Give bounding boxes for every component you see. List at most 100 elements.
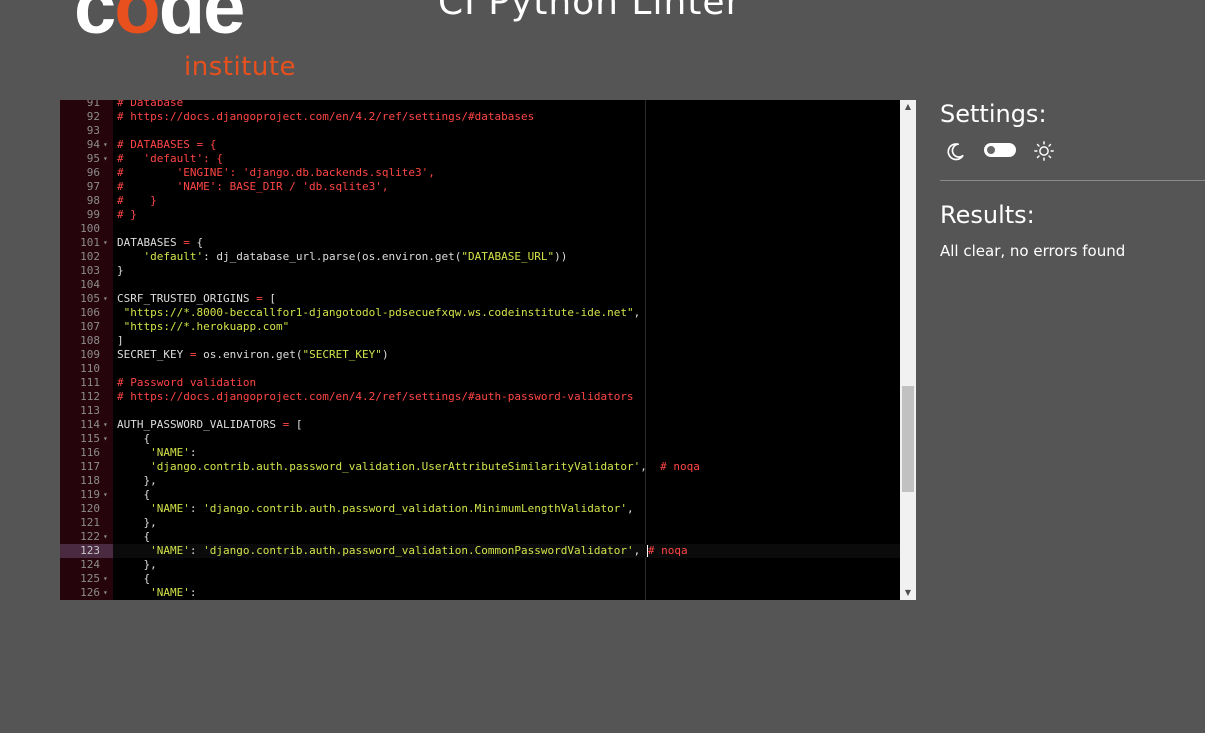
sun-icon[interactable] (1033, 140, 1055, 162)
code-line[interactable]: 96 # 'ENGINE': 'django.db.backends.sqlite… (60, 166, 900, 180)
fold-arrow-icon[interactable]: ▾ (103, 418, 111, 432)
code-text[interactable]: SECRET_KEY = os.environ.get("SECRET_KEY"… (117, 348, 389, 362)
code-line-active[interactable]: 123 'NAME': 'django.contrib.auth.passwor… (60, 544, 900, 558)
scroll-down-arrow-icon[interactable]: ▼ (900, 586, 916, 600)
code-line[interactable]: 112 # https://docs.djangoproject.com/en/4… (60, 390, 900, 404)
scroll-up-arrow-icon[interactable]: ▲ (900, 100, 916, 114)
code-text[interactable]: 'NAME': (117, 446, 196, 460)
fold-arrow-icon[interactable]: ▾ (103, 152, 111, 166)
code-line[interactable]: 120 'NAME': 'django.contrib.auth.passwor… (60, 502, 900, 516)
code-text[interactable]: 'default': dj_database_url.parse(os.envi… (117, 250, 568, 264)
code-line[interactable]: 100 (60, 222, 900, 236)
code-line[interactable]: 118 }, (60, 474, 900, 488)
code-line[interactable]: 91 # Database (60, 100, 900, 110)
code-line[interactable]: 115 ▾ { (60, 432, 900, 446)
code-comment: # Database (117, 100, 184, 109)
code-text[interactable]: # https://docs.djangoproject.com/en/4.2/… (117, 390, 634, 404)
code-text[interactable]: 'django.contrib.auth.password_validation… (117, 460, 700, 474)
fold-arrow-icon[interactable]: ▾ (103, 432, 111, 446)
theme-toggle-switch[interactable] (984, 143, 1016, 157)
line-number: 126 (80, 586, 100, 599)
code-text[interactable]: AUTH_PASSWORD_VALIDATORS = [ (117, 418, 302, 432)
code-text[interactable]: "https://*.8000-beccallfor1-djangotodol-… (117, 306, 641, 320)
fold-arrow-icon[interactable]: ▾ (103, 138, 111, 152)
code-text[interactable]: CSRF_TRUSTED_ORIGINS = [ (117, 292, 276, 306)
code-text[interactable]: { (117, 572, 150, 586)
code-editor[interactable]: 91 # Database 92 # https://docs.djangoproje… (60, 100, 916, 600)
code-text[interactable]: }, (117, 558, 156, 572)
code-line[interactable]: 104 (60, 278, 900, 292)
code-text[interactable]: # Database (117, 100, 183, 110)
code-line[interactable]: 94 ▾ # DATABASES = { (60, 138, 900, 152)
code-operator: = (183, 236, 190, 249)
code-line[interactable]: 98 # } (60, 194, 900, 208)
fold-arrow-icon[interactable]: ▾ (103, 292, 111, 306)
code-text[interactable]: # } (117, 194, 157, 208)
code-text[interactable]: "https://*.herokuapp.com" (117, 320, 290, 334)
code-line[interactable]: 124 }, (60, 558, 900, 572)
code-text[interactable]: { (117, 432, 150, 446)
code-line[interactable]: 97 # 'NAME': BASE_DIR / 'db.sqlite3', (60, 180, 900, 194)
code-line[interactable]: 119 ▾ { (60, 488, 900, 502)
code-line[interactable]: 93 (60, 124, 900, 138)
code-line[interactable]: 95 ▾ # 'default': { (60, 152, 900, 166)
line-number: 106 (80, 306, 100, 319)
scrollbar-thumb[interactable] (902, 386, 914, 492)
code-token: { (117, 530, 151, 543)
code-text[interactable]: # 'NAME': BASE_DIR / 'db.sqlite3', (117, 180, 389, 194)
code-text[interactable]: 'NAME': 'django.contrib.auth.password_va… (117, 502, 633, 516)
code-text[interactable]: { (117, 530, 150, 544)
editor-lines[interactable]: 91 # Database 92 # https://docs.djangoproje… (60, 100, 900, 600)
code-text[interactable]: } (117, 264, 124, 278)
code-line[interactable]: 110 (60, 362, 900, 376)
code-text[interactable]: # Password validation (117, 376, 256, 390)
code-line[interactable]: 114 ▾ AUTH_PASSWORD_VALIDATORS = [ (60, 418, 900, 432)
code-text[interactable]: }, (117, 516, 156, 530)
code-line[interactable]: 109 SECRET_KEY = os.environ.get("SECRET_K… (60, 348, 900, 362)
code-text[interactable]: # 'default': { (117, 152, 223, 166)
line-number: 96 (86, 166, 100, 179)
code-text[interactable]: 'NAME': (117, 586, 196, 600)
code-line[interactable]: 113 (60, 404, 900, 418)
code-line[interactable]: 116 'NAME': (60, 446, 900, 460)
code-text[interactable]: ] (117, 334, 124, 348)
code-line[interactable]: 99 # } (60, 208, 900, 222)
code-line[interactable]: 122 ▾ { (60, 530, 900, 544)
code-text[interactable]: # } (117, 208, 137, 222)
code-line[interactable]: 103} (60, 264, 900, 278)
code-comment: # } (117, 194, 157, 207)
fold-arrow-icon[interactable]: ▾ (103, 488, 111, 502)
code-line[interactable]: 107 "https://*.herokuapp.com" (60, 320, 900, 334)
code-line[interactable]: 101 ▾ DATABASES = { (60, 236, 900, 250)
line-number: 110 (80, 362, 100, 375)
code-line[interactable]: 125 ▾ { (60, 572, 900, 586)
line-number: 121 (80, 516, 100, 529)
fold-arrow-icon[interactable]: ▾ (103, 530, 111, 544)
code-line[interactable]: 117 'django.contrib.auth.password_valida… (60, 460, 900, 474)
code-line[interactable]: 126 ▾ 'NAME': (60, 586, 900, 600)
code-text[interactable]: { (117, 488, 150, 502)
fold-arrow-icon[interactable]: ▾ (103, 572, 111, 586)
code-text[interactable]: # 'ENGINE': 'django.db.backends.sqlite3'… (117, 166, 435, 180)
code-text[interactable]: DATABASES = { (117, 236, 203, 250)
editor-scrollbar[interactable]: ▲ ▼ (900, 100, 916, 600)
fold-arrow-icon[interactable]: ▾ (103, 236, 111, 250)
code-text[interactable]: # DATABASES = { (117, 138, 216, 152)
code-line[interactable]: 92 # https://docs.djangoproject.com/en/4.… (60, 110, 900, 124)
code-line[interactable]: 121 }, (60, 516, 900, 530)
moon-icon[interactable] (944, 141, 966, 163)
code-line[interactable]: 102 'default': dj_database_url.parse(os.… (60, 250, 900, 264)
code-line[interactable]: 105 ▾ CSRF_TRUSTED_ORIGINS = [ (60, 292, 900, 306)
code-token: , (633, 544, 647, 557)
code-text[interactable]: }, (117, 474, 156, 488)
code-line[interactable]: 111 # Password validation (60, 376, 900, 390)
code-token: os.environ.get( (196, 348, 303, 361)
code-token: CSRF_TRUSTED_ORIGINS (117, 292, 257, 305)
code-line[interactable]: 108] (60, 334, 900, 348)
fold-arrow-icon[interactable]: ▾ (103, 586, 111, 600)
code-text[interactable]: # https://docs.djangoproject.com/en/4.2/… (117, 110, 534, 124)
code-text[interactable]: 'NAME': 'django.contrib.auth.password_va… (117, 544, 688, 558)
code-line[interactable]: 106 "https://*.8000-beccallfor1-djangoto… (60, 306, 900, 320)
